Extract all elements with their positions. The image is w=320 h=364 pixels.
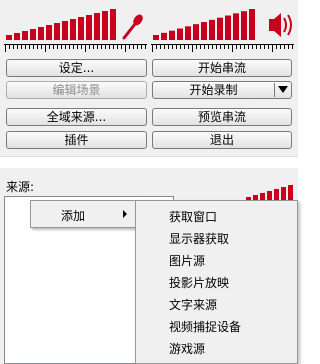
source-context-menu: 添加 xyxy=(30,200,136,228)
settings-button[interactable]: 设定... xyxy=(6,59,147,77)
meter-bar xyxy=(209,19,215,40)
submenu-item-label: 显示器获取 xyxy=(169,232,230,246)
meter-bar xyxy=(14,33,20,40)
exit-button[interactable]: 退出 xyxy=(152,131,292,149)
submenu-item-window-capture[interactable]: 获取窗口 xyxy=(138,204,295,226)
submenu-item-label: 图片源 xyxy=(169,254,206,268)
context-menu-item-add[interactable]: 添加 xyxy=(33,203,133,225)
meter-bar xyxy=(249,9,255,40)
preview-stream-button[interactable]: 预览串流 xyxy=(152,108,292,126)
speaker-scale xyxy=(151,44,294,52)
meter-bar xyxy=(153,35,159,40)
start-recording-split-button[interactable]: 开始录制 xyxy=(152,81,292,99)
microphone-volume-meter[interactable] xyxy=(4,6,147,52)
meter-bar xyxy=(217,17,223,40)
meter-bar xyxy=(22,31,28,40)
mic-level-bars xyxy=(6,9,143,40)
submenu-item-label: 投影片放映 xyxy=(169,276,230,290)
submenu-item-slideshow[interactable]: 投影片放映 xyxy=(138,270,295,292)
submenu-item-monitor-capture[interactable]: 显示器获取 xyxy=(138,226,295,248)
meter-bar xyxy=(6,35,12,40)
meter-bar xyxy=(161,32,167,40)
submenu-item-label: 文字来源 xyxy=(169,298,218,312)
speaker-icon xyxy=(269,13,292,37)
speaker-level-bars xyxy=(153,9,292,40)
submenu-item-video-capture-device[interactable]: 视频捕捉设备 xyxy=(138,314,295,336)
meter-bar xyxy=(193,24,199,40)
submenu-item-label: 获取窗口 xyxy=(169,210,218,224)
submenu-item-label: 视频捕捉设备 xyxy=(169,320,242,334)
speaker-volume-meter[interactable] xyxy=(151,6,294,52)
meter-bar xyxy=(38,27,44,40)
mic-scale xyxy=(4,44,147,52)
plugins-button[interactable]: 插件 xyxy=(6,131,147,149)
submenu-item-game-source[interactable]: 游戏源 xyxy=(138,336,295,358)
meter-bar xyxy=(260,193,265,200)
meter-bar xyxy=(177,28,183,40)
split-divider xyxy=(274,83,275,97)
submenu-item-text-source[interactable]: 文字来源 xyxy=(138,292,295,314)
start-recording-label: 开始录制 xyxy=(189,83,238,97)
context-menu-item-label: 添加 xyxy=(61,209,86,223)
submenu-arrow-icon xyxy=(123,210,127,218)
meter-bar xyxy=(94,13,100,40)
meter-bar xyxy=(267,191,272,200)
meter-bar xyxy=(185,26,191,40)
edit-scene-button[interactable]: 编辑场景 xyxy=(6,81,147,99)
dropdown-arrow-icon[interactable] xyxy=(278,86,288,93)
meter-bar xyxy=(110,9,116,40)
sources-label: 来源: xyxy=(6,180,35,194)
control-panel: 设定... 编辑场景 全域来源... 插件 开始串流 开始录制 预览串流 退出 xyxy=(0,0,298,156)
meter-bar xyxy=(54,23,60,40)
meter-bar xyxy=(70,19,76,40)
meter-bar xyxy=(102,11,108,40)
meter-bar xyxy=(86,15,92,40)
meter-bar xyxy=(169,30,175,40)
meter-bar xyxy=(30,29,36,40)
meter-bar xyxy=(274,189,279,200)
meter-bar xyxy=(201,22,207,40)
start-streaming-button[interactable]: 开始串流 xyxy=(152,59,292,77)
meter-bar xyxy=(233,13,239,40)
submenu-item-label: 游戏源 xyxy=(169,342,206,356)
meter-bar xyxy=(78,17,84,40)
section-divider xyxy=(0,156,298,157)
submenu-item-image-source[interactable]: 图片源 xyxy=(138,248,295,270)
microphone-icon xyxy=(122,14,143,40)
meter-bar xyxy=(241,11,247,40)
global-sources-button[interactable]: 全域来源... xyxy=(6,108,147,126)
meter-bar xyxy=(281,187,286,200)
meter-bar xyxy=(225,15,231,40)
partial-volume-meter xyxy=(246,185,293,200)
add-source-submenu: 获取窗口 显示器获取 图片源 投影片放映 文字来源 视频捕捉设备 游戏源 xyxy=(135,200,298,364)
meter-bar xyxy=(288,185,293,200)
meter-bar xyxy=(46,25,52,40)
meter-bar xyxy=(62,21,68,40)
